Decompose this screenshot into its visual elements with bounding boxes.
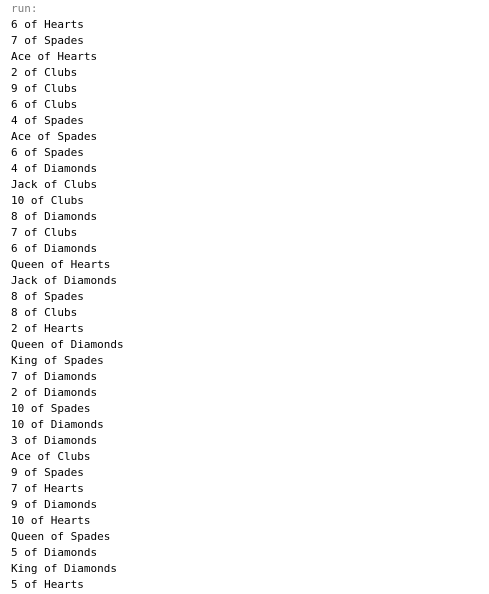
- output-line: Ace of Spades: [11, 130, 98, 143]
- output-line: Jack of Diamonds: [11, 274, 117, 287]
- output-line: 10 of Hearts: [11, 514, 91, 527]
- output-line: 3 of Diamonds: [11, 434, 98, 447]
- output-line: Queen of Spades: [11, 530, 111, 543]
- output-line: 7 of Spades: [11, 34, 84, 47]
- output-line: 5 of Diamonds: [11, 546, 98, 559]
- output-line: 7 of Hearts: [11, 482, 84, 495]
- output-line: 6 of Spades: [11, 146, 84, 159]
- output-line: King of Diamonds: [11, 562, 117, 575]
- output-line: Ace of Hearts: [11, 50, 98, 63]
- output-line: 2 of Hearts: [11, 322, 84, 335]
- output-line: 9 of Diamonds: [11, 498, 98, 511]
- output-line: Queen of Hearts: [11, 258, 111, 271]
- output-line: 8 of Diamonds: [11, 210, 98, 223]
- output-line: 7 of Diamonds: [11, 370, 98, 383]
- output-line: 7 of Clubs: [11, 226, 78, 239]
- output-line: 5 of Hearts: [11, 578, 84, 591]
- output-line: Queen of Diamonds: [11, 338, 124, 351]
- output-line: Jack of Clubs: [11, 178, 98, 191]
- output-line: 8 of Clubs: [11, 306, 78, 319]
- output-line: 2 of Diamonds: [11, 386, 98, 399]
- output-line: 4 of Spades: [11, 114, 84, 127]
- output-line: 9 of Clubs: [11, 82, 78, 95]
- output-lines: 6 of Hearts 7 of Spades Ace of Hearts 2 …: [11, 17, 124, 593]
- output-line: 10 of Clubs: [11, 194, 84, 207]
- output-line: 6 of Hearts: [11, 18, 84, 31]
- console-output: run: 6 of Hearts 7 of Spades Ace of Hear…: [11, 1, 124, 593]
- output-line: 10 of Spades: [11, 402, 91, 415]
- output-line: 6 of Diamonds: [11, 242, 98, 255]
- output-line: 9 of Spades: [11, 466, 84, 479]
- run-header: run:: [11, 2, 38, 15]
- output-line: 6 of Clubs: [11, 98, 78, 111]
- output-line: 4 of Diamonds: [11, 162, 98, 175]
- output-line: Ace of Clubs: [11, 450, 91, 463]
- output-line: 10 of Diamonds: [11, 418, 104, 431]
- output-line: King of Spades: [11, 354, 104, 367]
- output-line: 2 of Clubs: [11, 66, 78, 79]
- output-line: 8 of Spades: [11, 290, 84, 303]
